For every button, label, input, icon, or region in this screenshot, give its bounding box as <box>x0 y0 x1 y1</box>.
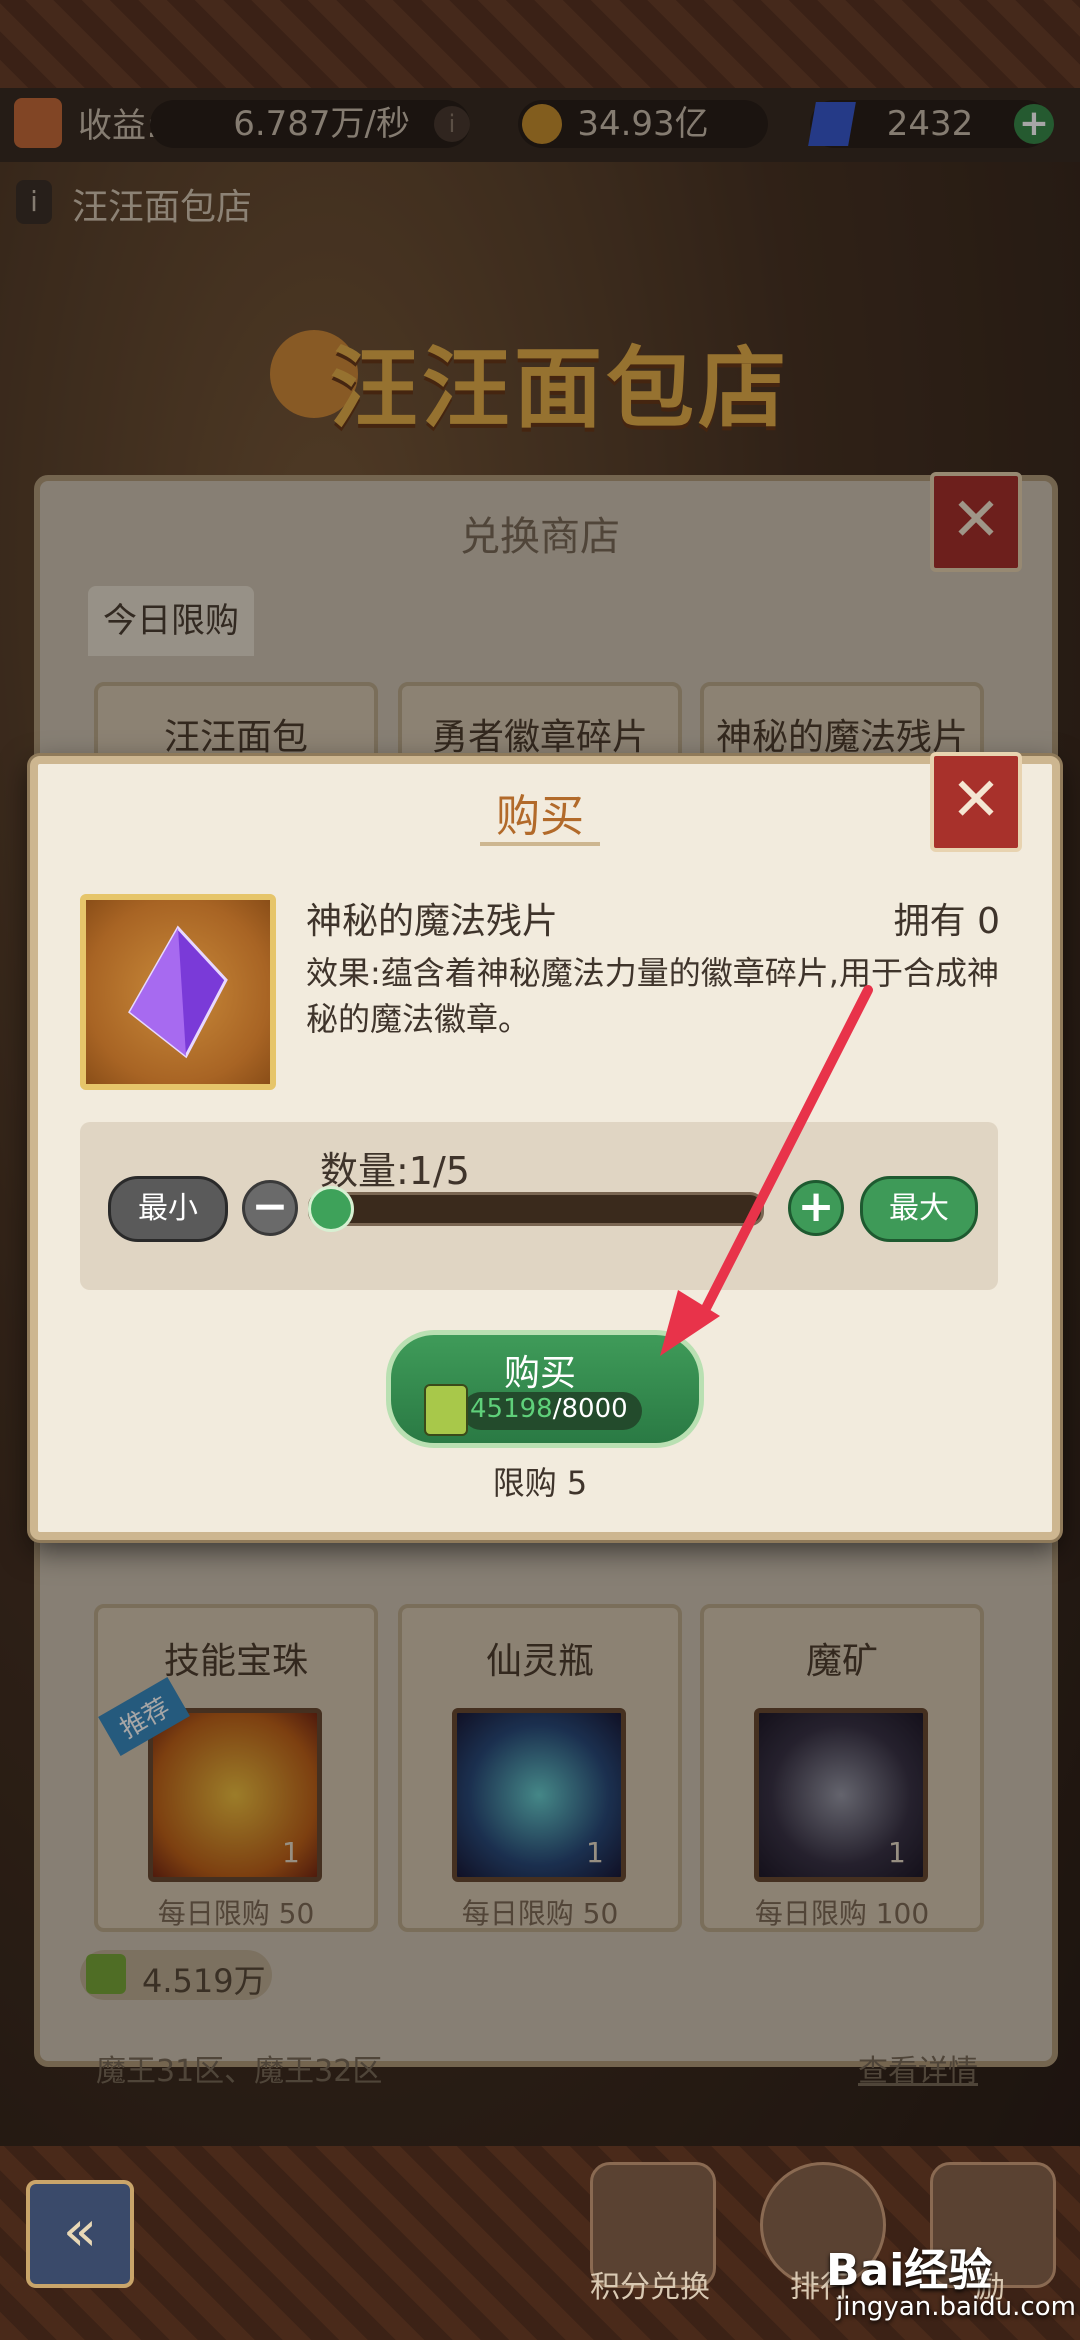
quantity-label: 数量:1/5 <box>320 1149 470 1193</box>
purple-crystal-icon <box>128 925 228 1059</box>
baidu-watermark: Bai经验 <box>826 2245 993 2296</box>
price-owned: 45198 <box>470 1394 553 1424</box>
watermark-url: jingyan.baidu.com <box>836 2292 1076 2322</box>
purchase-limit: 限购 5 <box>492 1464 588 1502</box>
buy-button-label: 购买 <box>503 1353 576 1394</box>
price-text: 45198/8000 <box>470 1394 628 1424</box>
close-modal-button[interactable]: ✕ <box>930 752 1022 852</box>
plus-icon[interactable]: + <box>788 1180 844 1236</box>
buy-modal-title: 购买 <box>496 791 584 842</box>
back-arrow-icon[interactable]: « <box>26 2180 134 2288</box>
title-divider <box>480 842 600 846</box>
max-button[interactable]: 最大 <box>860 1176 978 1242</box>
price-cost: /8000 <box>552 1394 628 1424</box>
quantity-slider-track[interactable] <box>308 1192 764 1226</box>
item-icon-frame <box>80 894 276 1090</box>
nav-points-exchange[interactable]: 积分兑换 <box>570 2262 730 2306</box>
owned-count: 拥有 0 <box>893 901 1000 942</box>
minus-icon[interactable]: − <box>242 1180 298 1236</box>
item-description: 效果:蕴含着神秘魔法力量的徽章碎片,用于合成神秘的魔法徽章。 <box>306 954 999 1038</box>
quantity-slider-handle[interactable] <box>308 1186 354 1232</box>
ticket-icon <box>424 1384 468 1436</box>
min-button[interactable]: 最小 <box>108 1176 228 1242</box>
modal-item-name: 神秘的魔法残片 <box>306 901 559 942</box>
